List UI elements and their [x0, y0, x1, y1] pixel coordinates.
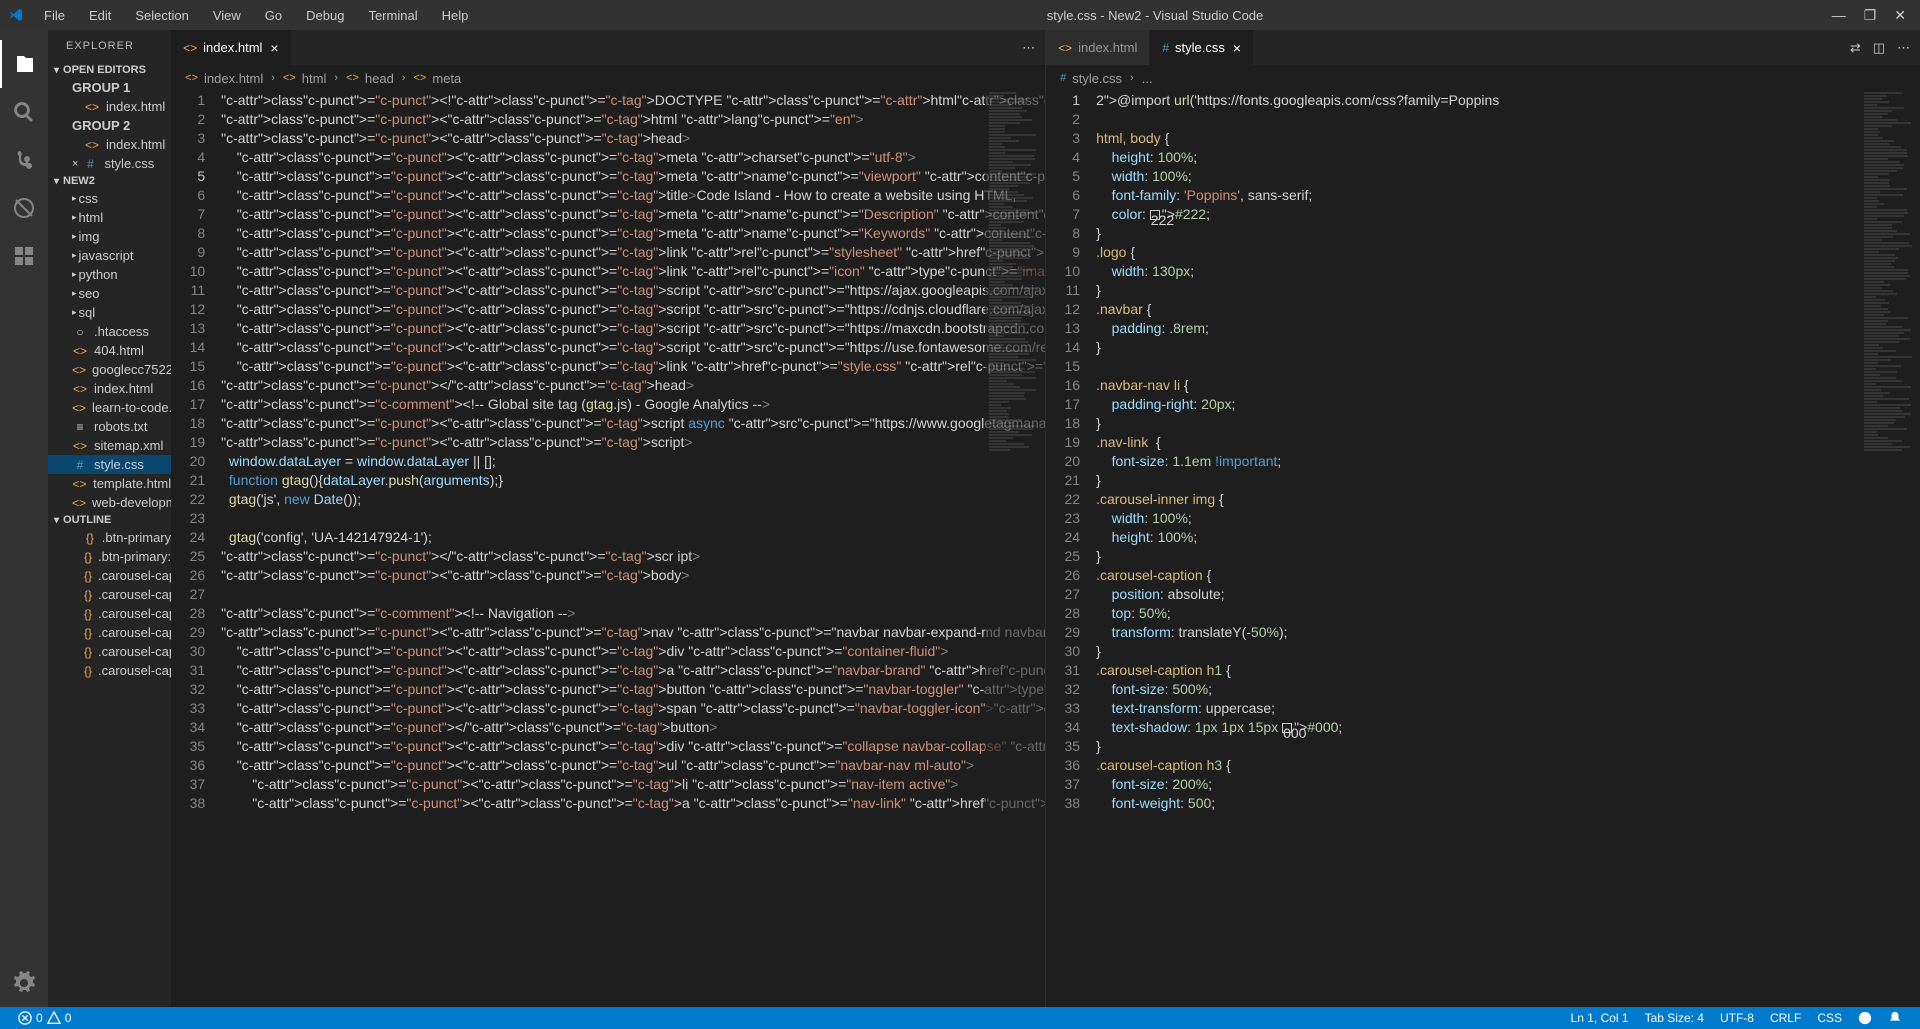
- outline-item[interactable]: {}.carousel-caption: [48, 604, 171, 623]
- status-eol[interactable]: CRLF: [1762, 1011, 1809, 1025]
- code-editor-1[interactable]: 1234567891011121314151617181920212223242…: [171, 91, 1045, 1007]
- menu-edit[interactable]: Edit: [79, 4, 121, 27]
- menu-terminal[interactable]: Terminal: [358, 4, 427, 27]
- window-title: style.css - New2 - Visual Studio Code: [478, 8, 1831, 23]
- activity-bar: [0, 30, 48, 1007]
- open-editor-item[interactable]: <>index.html: [48, 135, 171, 154]
- outline-item[interactable]: {}.btn-primary:hover: [48, 547, 171, 566]
- code-editor-2[interactable]: 1234567891011121314151617181920212223242…: [1046, 91, 1920, 1007]
- file-item[interactable]: <>learn-to-code.html: [48, 398, 171, 417]
- menu-help[interactable]: Help: [432, 4, 479, 27]
- workspace-section[interactable]: ▾NEW2: [48, 173, 171, 189]
- group2-label: GROUP 2: [48, 116, 171, 135]
- close-editor-icon[interactable]: ×: [72, 158, 78, 170]
- outline-item[interactable]: {}.carousel-caption .btn: [48, 623, 171, 642]
- folder-item[interactable]: ▸ sql: [48, 303, 171, 322]
- explorer-icon[interactable]: [0, 40, 48, 88]
- file-item[interactable]: <>sitemap.xml: [48, 436, 171, 455]
- editor-more-icon[interactable]: ⋯: [1022, 40, 1035, 56]
- file-item[interactable]: ≡robots.txt: [48, 417, 171, 436]
- window-controls: — ❐ ✕: [1832, 7, 1912, 24]
- editor-more-icon[interactable]: ⋯: [1897, 40, 1910, 56]
- search-icon[interactable]: [0, 88, 48, 136]
- tab-index-html-2[interactable]: <>index.html: [1046, 30, 1150, 65]
- file-item[interactable]: <>404.html: [48, 341, 171, 360]
- status-bar: 0 0 Ln 1, Col 1 Tab Size: 4 UTF-8 CRLF C…: [0, 1007, 1920, 1029]
- open-editors-section[interactable]: ▾OPEN EDITORS: [48, 62, 171, 78]
- outline-item[interactable]: {}.carousel-caption .btn: [48, 642, 171, 661]
- file-item[interactable]: #style.css: [48, 455, 171, 474]
- tab-style-css[interactable]: #style.css×: [1150, 30, 1254, 65]
- file-item[interactable]: ○.htaccess: [48, 322, 171, 341]
- minimize-icon[interactable]: —: [1832, 7, 1846, 24]
- compare-icon[interactable]: ⇄: [1850, 40, 1861, 56]
- extensions-icon[interactable]: [0, 232, 48, 280]
- folder-item[interactable]: ▸ css: [48, 189, 171, 208]
- breadcrumb[interactable]: #style.css ›...: [1046, 65, 1920, 91]
- minimap[interactable]: [1860, 91, 1920, 1007]
- menu-debug[interactable]: Debug: [296, 4, 354, 27]
- file-item[interactable]: <>googlecc752283459e5508.html: [48, 360, 171, 379]
- debug-icon[interactable]: [0, 184, 48, 232]
- status-language[interactable]: CSS: [1809, 1011, 1850, 1025]
- editor-group-1: <>index.html× ⋯ <>index.html ›<>html ›<>…: [171, 30, 1045, 1007]
- status-feedback-icon[interactable]: [1850, 1011, 1880, 1025]
- sidebar-title: EXPLORER: [48, 30, 171, 62]
- outline-item[interactable]: {}.carousel-caption h1: [48, 661, 171, 680]
- file-item[interactable]: <>template.html: [48, 474, 171, 493]
- maximize-icon[interactable]: ❐: [1864, 7, 1877, 24]
- menu-selection[interactable]: Selection: [125, 4, 198, 27]
- error-icon: [18, 1011, 32, 1025]
- breadcrumb[interactable]: <>index.html ›<>html ›<>head ›<>meta: [171, 65, 1045, 91]
- close-tab-icon[interactable]: ×: [1233, 40, 1241, 56]
- split-editor-icon[interactable]: ◫: [1873, 40, 1885, 56]
- menu-bar: File Edit Selection View Go Debug Termin…: [34, 4, 478, 27]
- status-tab-size[interactable]: Tab Size: 4: [1637, 1011, 1712, 1025]
- status-problems[interactable]: 0 0: [10, 1011, 79, 1025]
- explorer-sidebar: EXPLORER ▾OPEN EDITORS GROUP 1 <>index.h…: [48, 30, 171, 1007]
- file-item[interactable]: <>web-development-tools.html: [48, 493, 171, 512]
- outline-item[interactable]: {}.btn-primary: [48, 528, 171, 547]
- editor-tabs: <>index.html #style.css× ⇄ ◫ ⋯: [1046, 30, 1920, 65]
- minimap[interactable]: [985, 91, 1045, 1007]
- folder-item[interactable]: ▸ seo: [48, 284, 171, 303]
- folder-item[interactable]: ▸ python: [48, 265, 171, 284]
- status-encoding[interactable]: UTF-8: [1712, 1011, 1762, 1025]
- file-item[interactable]: <>index.html: [48, 379, 171, 398]
- outline-item[interactable]: {}.carousel-caption: [48, 585, 171, 604]
- open-editor-item[interactable]: <>index.html: [48, 97, 171, 116]
- folder-item[interactable]: ▸ img: [48, 227, 171, 246]
- close-tab-icon[interactable]: ×: [270, 40, 278, 56]
- warning-icon: [47, 1011, 61, 1025]
- menu-go[interactable]: Go: [255, 4, 292, 27]
- menu-view[interactable]: View: [203, 4, 251, 27]
- folder-item[interactable]: ▸ html: [48, 208, 171, 227]
- group1-label: GROUP 1: [48, 78, 171, 97]
- close-icon[interactable]: ✕: [1894, 7, 1906, 24]
- vscode-logo-icon: [8, 7, 24, 23]
- status-bell-icon[interactable]: [1880, 1011, 1910, 1025]
- open-editor-item[interactable]: ×#style.css: [48, 154, 171, 173]
- tab-index-html[interactable]: <>index.html×: [171, 30, 291, 65]
- outline-section[interactable]: ▾OUTLINE: [48, 512, 171, 528]
- editor-tabs: <>index.html× ⋯: [171, 30, 1045, 65]
- title-bar: File Edit Selection View Go Debug Termin…: [0, 0, 1920, 30]
- source-control-icon[interactable]: [0, 136, 48, 184]
- settings-gear-icon[interactable]: [0, 959, 48, 1007]
- folder-item[interactable]: ▸ javascript: [48, 246, 171, 265]
- editor-group-2: <>index.html #style.css× ⇄ ◫ ⋯ #style.cs…: [1045, 30, 1920, 1007]
- outline-item[interactable]: {}.carousel-caption: [48, 566, 171, 585]
- menu-file[interactable]: File: [34, 4, 75, 27]
- status-ln-col[interactable]: Ln 1, Col 1: [1563, 1011, 1637, 1025]
